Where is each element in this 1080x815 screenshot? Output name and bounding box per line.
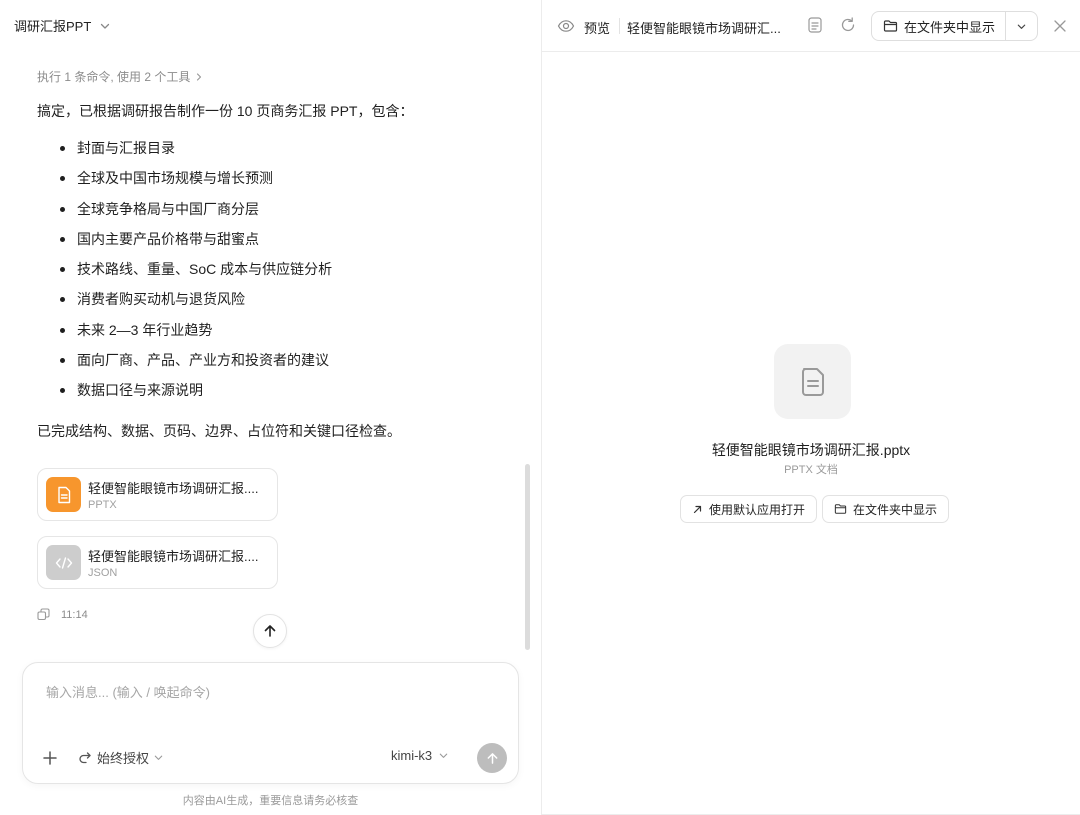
message-time: 11:14 <box>61 608 88 621</box>
folder-icon <box>883 20 898 32</box>
chevron-down-icon <box>101 23 110 29</box>
show-in-folder-label: 在文件夹中显示 <box>904 19 996 35</box>
conversation-title-dropdown[interactable]: 调研汇报PPT <box>14 16 111 35</box>
code-icon <box>46 545 81 580</box>
show-in-folder-button[interactable]: 在文件夹中显示 <box>872 12 1005 40</box>
file-type: JSON <box>88 567 118 579</box>
preview-file-name: 轻便智能眼镜市场调研汇报.pptx <box>711 442 911 458</box>
document-icon <box>801 367 824 396</box>
preview-label: 预览 <box>584 21 611 36</box>
ai-disclaimer: 内容由AI生成，重要信息请务必核查 <box>182 795 359 807</box>
more-options-dropdown[interactable] <box>1005 12 1037 40</box>
list-item: 技术路线、重量、SoC 成本与供应链分析 <box>58 259 332 289</box>
tools-summary-text: 执行 1 条命令, 使用 2 个工具 <box>37 70 191 84</box>
open-with-default-app-button[interactable]: 使用默认应用打开 <box>680 495 818 523</box>
show-in-folder-label: 在文件夹中显示 <box>853 502 938 517</box>
list-item: 国内主要产品价格带与甜蜜点 <box>58 229 332 259</box>
close-icon[interactable] <box>1052 18 1068 34</box>
show-in-folder-button-secondary[interactable]: 在文件夹中显示 <box>822 495 950 523</box>
document-icon <box>46 477 81 512</box>
list-item: 消费者购买动机与退货风险 <box>58 289 332 319</box>
list-item: 全球及中国市场规模与增长预测 <box>58 168 332 198</box>
refresh-icon[interactable] <box>839 16 857 34</box>
file-type: PPTX <box>88 499 117 511</box>
copy-icon[interactable] <box>37 608 50 621</box>
external-link-arrow-icon <box>693 505 702 513</box>
file-preview-icon <box>774 344 851 419</box>
list-item: 封面与汇报目录 <box>58 138 332 168</box>
folder-icon <box>834 504 847 514</box>
arrow-up-icon <box>264 625 276 637</box>
scrollbar-thumb[interactable] <box>525 464 530 650</box>
preview-file-type: PPTX 文档 <box>784 464 838 476</box>
file-name: 轻便智能眼镜市场调研汇报.... <box>88 549 259 564</box>
message-bullet-list: 封面与汇报目录 全球及中国市场规模与增长预测 全球竞争格局与中国厂商分层 国内主… <box>58 138 332 411</box>
file-card-pptx[interactable]: 轻便智能眼镜市场调研汇报.... PPTX <box>37 468 278 521</box>
arrow-up-icon <box>487 752 497 764</box>
preview-doc-title: 轻便智能眼镜市场调研汇... <box>627 21 781 36</box>
document-outline-icon[interactable] <box>806 16 824 34</box>
permission-label: 始终授权 <box>97 751 150 766</box>
list-item: 全球竞争格局与中国厂商分层 <box>58 199 332 229</box>
chevron-down-icon <box>154 755 163 760</box>
eye-icon <box>557 20 575 32</box>
message-actions: 11:14 <box>37 608 88 621</box>
show-in-folder-split-button: 在文件夹中显示 <box>871 11 1038 41</box>
conversation-title: 调研汇报PPT <box>14 19 92 34</box>
preview-header: 预览 轻便智能眼镜市场调研汇... 在文件夹中显示 <box>542 0 1080 52</box>
file-name: 轻便智能眼镜市场调研汇报.... <box>88 481 259 496</box>
chevron-down-icon <box>1017 24 1026 29</box>
chevron-right-icon <box>197 72 202 81</box>
send-button[interactable] <box>477 743 507 773</box>
list-item: 数据口径与来源说明 <box>58 380 332 410</box>
preview-pane: 预览 轻便智能眼镜市场调研汇... 在文件夹中显示 轻便智能眼镜市场调研汇报.p… <box>542 0 1080 815</box>
scroll-to-bottom-button[interactable] <box>253 614 287 648</box>
message-input[interactable]: 输入消息... (输入 / 唤起命令) <box>46 682 210 701</box>
model-selector[interactable]: kimi-k3 <box>391 748 449 763</box>
permission-dropdown[interactable]: 始终授权 <box>78 748 164 767</box>
open-with-default-app-label: 使用默认应用打开 <box>709 502 806 517</box>
add-attachment-icon[interactable] <box>41 749 59 767</box>
file-card-json[interactable]: 轻便智能眼镜市场调研汇报.... JSON <box>37 536 278 589</box>
list-item: 未来 2—3 年行业趋势 <box>58 320 332 350</box>
message-outro: 已完成结构、数据、页码、边界、占位符和关键口径检查。 <box>37 423 401 439</box>
header-separator <box>619 18 620 34</box>
chat-pane: 调研汇报PPT 执行 1 条命令, 使用 2 个工具 搞定，已根据调研报告制作一… <box>0 0 541 815</box>
list-item: 面向厂商、产品、产业方和投资者的建议 <box>58 350 332 380</box>
message-intro: 搞定，已根据调研报告制作一份 10 页商务汇报 PPT，包含： <box>37 103 414 119</box>
model-label: kimi-k3 <box>391 748 433 763</box>
chevron-down-icon <box>439 753 448 758</box>
redo-arrow-icon <box>79 752 91 764</box>
tools-summary-toggle[interactable]: 执行 1 条命令, 使用 2 个工具 <box>37 68 204 85</box>
message-composer: 输入消息... (输入 / 唤起命令) 始终授权 kimi-k3 <box>22 662 519 784</box>
